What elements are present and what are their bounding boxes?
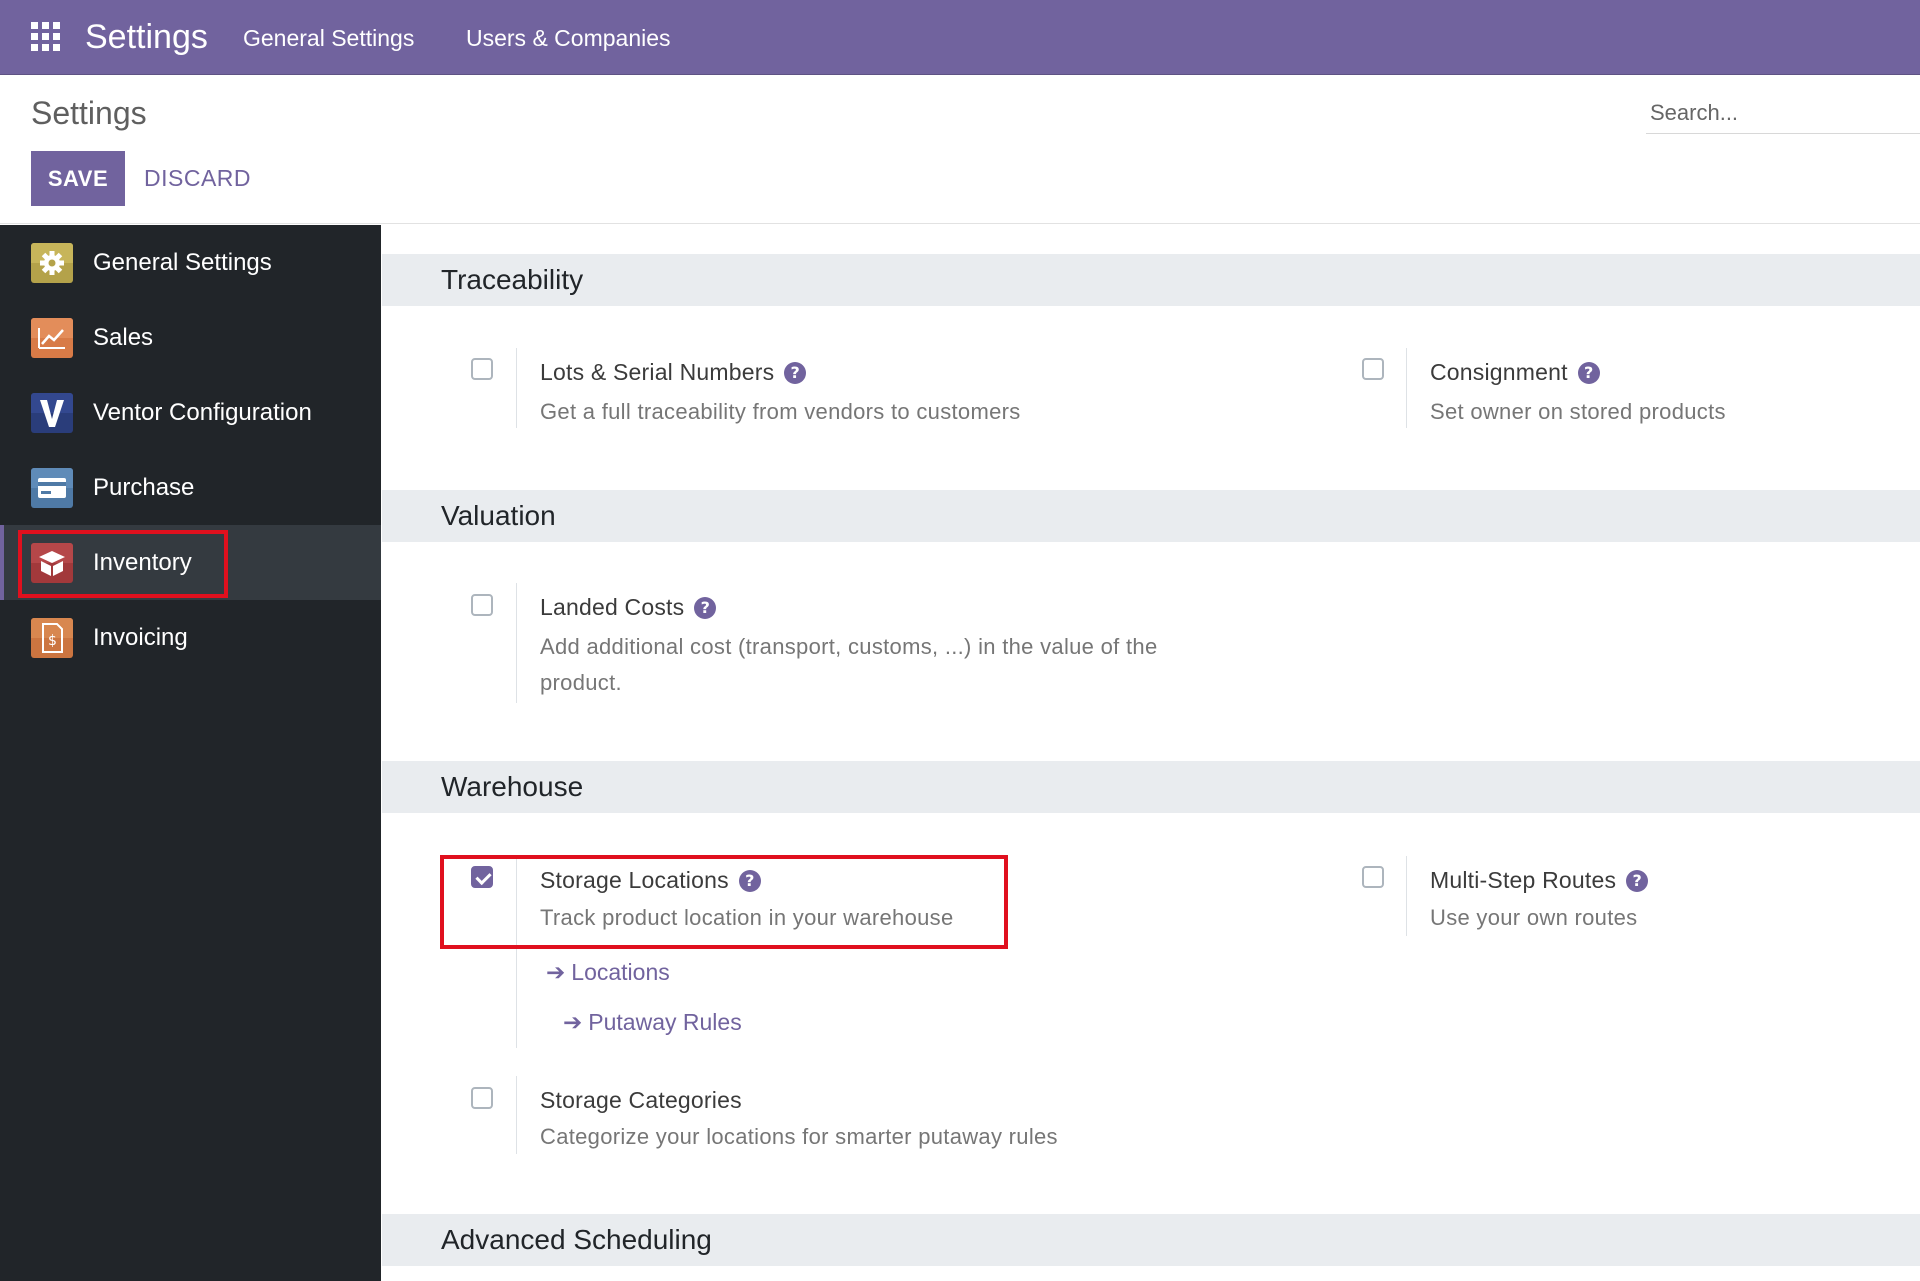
help-icon[interactable]: ? bbox=[694, 597, 717, 619]
lots-serial-checkbox[interactable] bbox=[471, 358, 493, 380]
consignment-checkbox[interactable] bbox=[1362, 358, 1384, 380]
gear-icon bbox=[31, 243, 73, 283]
arrow-right-icon: ➔ bbox=[546, 960, 566, 986]
setting-desc-storage-categories: Categorize your locations for smarter pu… bbox=[540, 1124, 1058, 1149]
setting-label-landed-costs: Landed Costs? bbox=[540, 594, 717, 621]
multi-step-routes-checkbox[interactable] bbox=[1362, 866, 1384, 888]
section-title: Traceability bbox=[441, 264, 584, 295]
menu-users-companies[interactable]: Users & Companies bbox=[466, 25, 671, 52]
setting-divider bbox=[516, 348, 517, 428]
locations-link[interactable]: ➔ Locations bbox=[546, 959, 670, 986]
ventor-v-icon bbox=[31, 393, 73, 433]
sidebar-item-label: Inventory bbox=[93, 549, 192, 576]
sidebar-item-label: Sales bbox=[93, 324, 154, 351]
section-title: Warehouse bbox=[441, 771, 584, 802]
setting-label-consignment: Consignment? bbox=[1430, 359, 1600, 386]
setting-divider bbox=[1406, 856, 1407, 936]
help-icon[interactable]: ? bbox=[738, 870, 761, 892]
setting-label-multi-step-routes: Multi-Step Routes? bbox=[1430, 867, 1649, 894]
section-title: Valuation bbox=[441, 500, 556, 531]
sidebar-item-invoicing[interactable]: $ Invoicing bbox=[0, 600, 381, 675]
chart-icon bbox=[31, 318, 73, 358]
storage-locations-checkbox[interactable] bbox=[471, 866, 493, 888]
section-title: Advanced Scheduling bbox=[441, 1224, 712, 1255]
search-input[interactable] bbox=[1646, 92, 1920, 134]
setting-desc-landed-costs: Add additional cost (transport, customs,… bbox=[540, 634, 1158, 695]
control-panel-divider bbox=[0, 223, 1920, 224]
arrow-right-icon: ➔ bbox=[563, 1010, 583, 1036]
setting-desc-lots-serial: Get a full traceability from vendors to … bbox=[540, 399, 1021, 424]
setting-divider bbox=[516, 583, 517, 703]
sidebar-item-inventory[interactable]: Inventory bbox=[0, 525, 381, 600]
credit-card-icon bbox=[31, 468, 73, 508]
box-icon bbox=[31, 543, 73, 583]
apps-grid-icon[interactable] bbox=[31, 22, 61, 52]
setting-divider bbox=[516, 856, 517, 1048]
setting-divider bbox=[516, 1076, 517, 1154]
section-header-advanced-scheduling: Advanced Scheduling bbox=[382, 1214, 1920, 1266]
sidebar-item-ventor-configuration[interactable]: Ventor Configuration bbox=[0, 375, 381, 450]
active-indicator bbox=[0, 525, 4, 600]
settings-sidebar: General Settings Sales Ventor Configurat… bbox=[0, 225, 381, 1281]
help-icon[interactable]: ? bbox=[784, 362, 807, 384]
setting-divider bbox=[1406, 348, 1407, 428]
setting-desc-consignment: Set owner on stored products bbox=[1430, 399, 1726, 424]
menu-general-settings[interactable]: General Settings bbox=[243, 25, 414, 52]
sidebar-item-purchase[interactable]: Purchase bbox=[0, 450, 381, 525]
section-header-traceability: Traceability bbox=[382, 254, 1920, 306]
section-header-warehouse: Warehouse bbox=[382, 761, 1920, 813]
discard-button[interactable]: DISCARD bbox=[144, 165, 251, 192]
sidebar-item-general-settings[interactable]: General Settings bbox=[0, 225, 381, 300]
putaway-rules-link[interactable]: ➔ Putaway Rules bbox=[563, 1009, 742, 1036]
save-button[interactable]: SAVE bbox=[31, 151, 125, 206]
svg-text:$: $ bbox=[48, 633, 57, 649]
help-icon[interactable]: ? bbox=[1577, 362, 1600, 384]
setting-desc-multi-step-routes: Use your own routes bbox=[1430, 905, 1638, 930]
setting-label-storage-categories: Storage Categories bbox=[540, 1087, 742, 1113]
app-brand[interactable]: Settings bbox=[85, 18, 208, 57]
landed-costs-checkbox[interactable] bbox=[471, 594, 493, 616]
storage-categories-checkbox[interactable] bbox=[471, 1087, 493, 1109]
help-icon[interactable]: ? bbox=[1626, 870, 1649, 892]
setting-label-storage-locations: Storage Locations? bbox=[540, 867, 761, 894]
sidebar-item-sales[interactable]: Sales bbox=[0, 300, 381, 375]
page-title: Settings bbox=[31, 95, 147, 131]
sidebar-item-label: Ventor Configuration bbox=[93, 399, 312, 426]
sidebar-item-label: General Settings bbox=[93, 249, 272, 276]
top-navbar: Settings General Settings Users & Compan… bbox=[0, 0, 1920, 75]
section-header-valuation: Valuation bbox=[382, 490, 1920, 542]
invoice-icon: $ bbox=[31, 618, 73, 658]
setting-desc-storage-locations: Track product location in your warehouse bbox=[540, 905, 954, 930]
setting-label-lots-serial: Lots & Serial Numbers? bbox=[540, 359, 807, 386]
sidebar-item-label: Invoicing bbox=[93, 624, 188, 651]
sidebar-item-label: Purchase bbox=[93, 474, 195, 501]
